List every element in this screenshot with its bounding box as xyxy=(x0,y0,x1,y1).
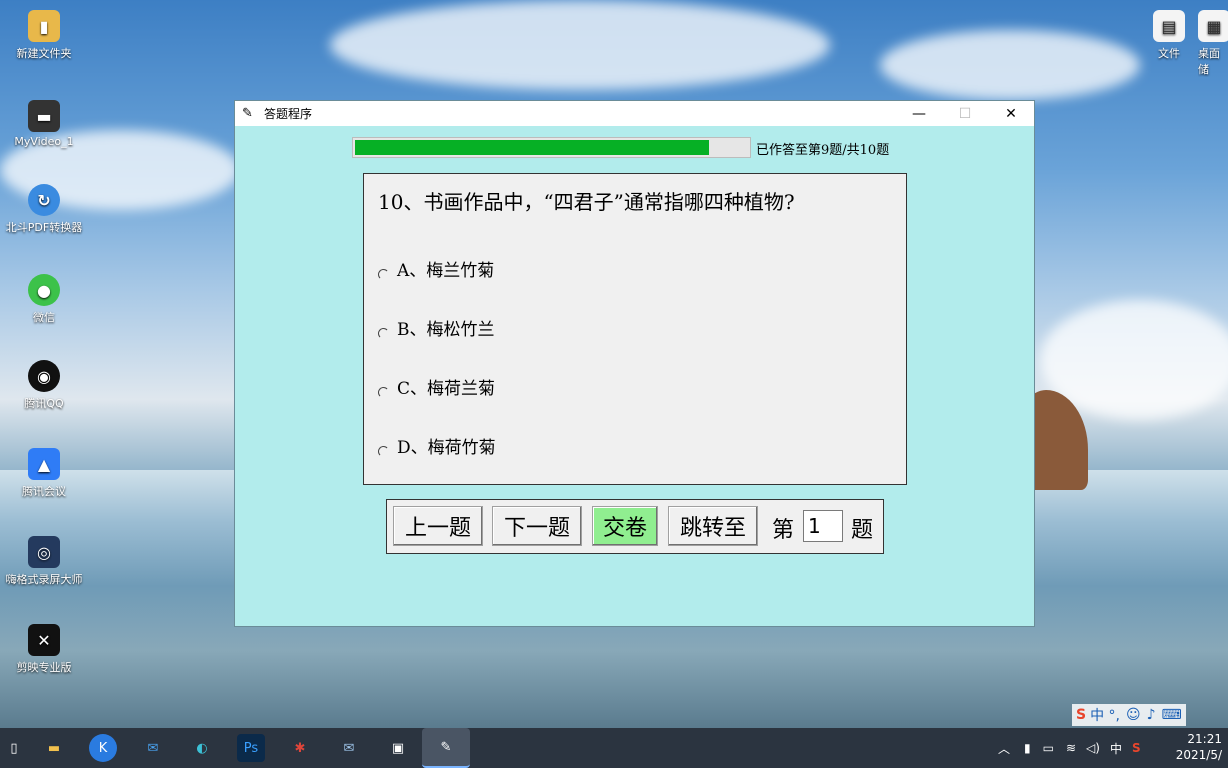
minimize-button[interactable]: — xyxy=(896,101,942,126)
edge-icon[interactable]: ◐ xyxy=(188,734,216,762)
option-b[interactable]: B、梅松竹兰 xyxy=(378,315,495,340)
ime-mode-indicator[interactable]: 中 xyxy=(1110,740,1122,757)
photoshop-label: Ps xyxy=(243,740,259,756)
radio-button[interactable] xyxy=(378,446,389,457)
next-question-button[interactable]: 下一题 xyxy=(492,506,582,546)
window-title: 答题程序 xyxy=(264,107,313,121)
option-label: D、梅荷竹菊 xyxy=(397,438,496,458)
button-frame: 上一题 下一题 交卷 跳转至 第 题 xyxy=(386,499,884,554)
desktop-icon-pdf-converter[interactable]: ↻ 北斗PDF转换器 xyxy=(4,184,84,235)
progress-text: 已作答至第9题/共10题 xyxy=(756,143,890,158)
volume-icon[interactable]: ◁) xyxy=(1086,741,1100,755)
wechat-icon: ● xyxy=(28,274,60,306)
jump-prefix-label: 第 xyxy=(772,518,795,543)
desktop-storage-icon: ▦ xyxy=(1198,10,1228,42)
window-titlebar[interactable]: ✎ 答题程序 — ☐ ✕ xyxy=(235,101,1034,126)
jump-suffix-label: 题 xyxy=(851,518,874,543)
mail2-icon[interactable]: ✉ xyxy=(335,734,363,762)
capcut-icon: ✕ xyxy=(28,624,60,656)
close-button[interactable]: ✕ xyxy=(988,101,1034,126)
tencent-meeting-icon: ▲ xyxy=(28,448,60,480)
prev-question-button[interactable]: 上一题 xyxy=(393,506,483,546)
desktop-icon-label: 腾讯QQ xyxy=(24,397,64,410)
option-label: A、梅兰竹菊 xyxy=(397,261,495,281)
desktop-icon-file[interactable]: ▤ 文件 xyxy=(1129,10,1209,61)
jump-number-input[interactable] xyxy=(803,510,843,542)
desktop-icon-qq[interactable]: ◉ 腾讯QQ xyxy=(4,360,84,411)
emoji-icon[interactable]: ☺ xyxy=(1126,707,1141,723)
screen-recorder-icon: ◎ xyxy=(28,536,60,568)
cloud xyxy=(880,30,1140,100)
mail-icon[interactable]: ✉ xyxy=(139,734,167,762)
desktop-icon-myvideo[interactable]: ▬ MyVideo_1 xyxy=(4,100,84,148)
keyboard-icon[interactable]: ⌨ xyxy=(1162,707,1182,723)
option-label: B、梅松竹兰 xyxy=(397,320,495,340)
option-a[interactable]: A、梅兰竹菊 xyxy=(378,256,494,281)
clock-date: 2021/5/ xyxy=(1175,748,1222,762)
desktop-icon-label: 嗨格式录屏大师 xyxy=(5,573,83,586)
desktop-icon-new-folder[interactable]: ▮ 新建文件夹 xyxy=(4,10,84,61)
desktop-icon-label: 腾讯会议 xyxy=(22,485,66,498)
quiz-window: ✎ 答题程序 — ☐ ✕ 已作答至第9题/共10题 10、书画作品中，“四君子”… xyxy=(234,100,1035,627)
jump-button[interactable]: 跳转至 xyxy=(668,506,758,546)
photoshop-icon[interactable]: Ps xyxy=(237,734,265,762)
system-tray: ︿ ▮ ▭ ≋ ◁) 中 S xyxy=(998,728,1141,768)
file-explorer-icon[interactable]: ▬ xyxy=(40,734,68,762)
cloud xyxy=(330,0,830,90)
desktop-icon-capcut[interactable]: ✕ 剪映专业版 xyxy=(4,624,84,675)
ime-toolbar[interactable]: S 中 °, ☺ ♪ ⌨ xyxy=(1072,704,1186,726)
submit-button[interactable]: 交卷 xyxy=(592,506,658,546)
desktop-icon-tencent-meeting[interactable]: ▲ 腾讯会议 xyxy=(4,448,84,499)
video-icon[interactable]: ▣ xyxy=(384,734,412,762)
desktop-icon-label: 桌面储 xyxy=(1198,47,1220,76)
radio-button[interactable] xyxy=(378,328,389,339)
progress-bar xyxy=(352,137,751,158)
radio-button[interactable] xyxy=(378,387,389,398)
task-view-icon[interactable]: ▯ xyxy=(0,734,28,762)
mic-icon[interactable]: ♪ xyxy=(1147,707,1156,723)
sogou-icon: S xyxy=(1076,707,1087,723)
option-d[interactable]: D、梅荷竹菊 xyxy=(378,433,496,458)
progress-fill xyxy=(355,140,709,155)
option-c[interactable]: C、梅荷兰菊 xyxy=(378,374,495,399)
document-icon: ▤ xyxy=(1153,10,1185,42)
clock-time: 21:21 xyxy=(1187,732,1222,746)
clock[interactable]: 21:21 2021/5/ xyxy=(1176,731,1222,763)
option-label: C、梅荷兰菊 xyxy=(397,379,496,399)
desktop-icon-label: 剪映专业版 xyxy=(16,661,72,674)
wifi-icon[interactable]: ≋ xyxy=(1066,741,1076,755)
chevron-up-icon[interactable]: ︿ xyxy=(998,740,1010,757)
pdf-converter-icon: ↻ xyxy=(28,184,60,216)
desktop-icon-storage[interactable]: ▦ 桌面储 xyxy=(1198,10,1228,77)
video-file-icon: ▬ xyxy=(28,100,60,132)
battery-icon[interactable]: ▭ xyxy=(1043,741,1054,755)
radio-button[interactable] xyxy=(378,269,389,280)
desktop-icon-screen-recorder[interactable]: ◎ 嗨格式录屏大师 xyxy=(4,536,84,587)
desktop-icon-label: 文件 xyxy=(1158,47,1180,60)
question-frame: 10、书画作品中，“四君子”通常指哪四种植物? A、梅兰竹菊 B、梅松竹兰 C、… xyxy=(363,173,907,485)
qq-icon: ◉ xyxy=(28,360,60,392)
folder-icon: ▮ xyxy=(28,10,60,42)
question-text: 10、书画作品中，“四君子”通常指哪四种植物? xyxy=(378,190,795,214)
feather-app-icon[interactable]: ✎ xyxy=(422,728,470,768)
desktop-icon-label: MyVideo_1 xyxy=(14,135,74,148)
taskbar: ▯ ▬ K ✉ ◐ Ps ✱ ✉ ▣ ✎ ︿ ▮ ▭ ≋ ◁) 中 S 21:2… xyxy=(0,728,1228,768)
desktop-icon-label: 北斗PDF转换器 xyxy=(5,221,83,234)
usb-icon[interactable]: ▮ xyxy=(1024,741,1031,755)
feather-icon: ✎ xyxy=(242,106,253,121)
desktop-icon-wechat[interactable]: ● 微信 xyxy=(4,274,84,325)
desktop-icon-label: 新建文件夹 xyxy=(16,47,72,60)
sogou-tray-icon[interactable]: S xyxy=(1132,741,1141,755)
kuwo-icon[interactable]: K xyxy=(89,734,117,762)
maximize-button[interactable]: ☐ xyxy=(942,101,988,126)
desktop-icon-label: 微信 xyxy=(33,311,55,324)
spider-app-icon[interactable]: ✱ xyxy=(286,734,314,762)
ime-mode-text: 中 °, xyxy=(1090,708,1120,724)
